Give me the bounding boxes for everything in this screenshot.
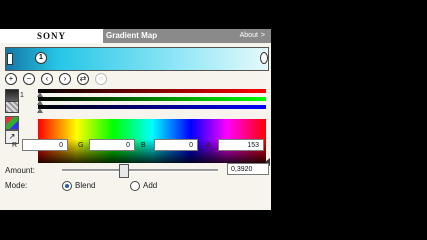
add-radio[interactable] [130, 181, 140, 191]
gradient-end-stop[interactable] [260, 52, 268, 64]
gradient-map-panel: SONY Gradient Map About > 1 + − ‹ › ⇄ ○ 1… [0, 29, 271, 210]
alpha-swatch[interactable] [5, 101, 19, 113]
blue-channel-slider[interactable] [38, 105, 266, 109]
b-input[interactable]: 0 [154, 139, 198, 151]
chevron-right-icon: > [260, 32, 265, 39]
amount-slider-thumb[interactable] [119, 164, 129, 178]
g-input[interactable]: 0 [89, 139, 135, 151]
blend-radio[interactable] [62, 181, 72, 191]
mode-label: Mode: [5, 181, 28, 190]
r-input[interactable]: 0 [22, 139, 68, 151]
about-link[interactable]: About > [240, 29, 265, 43]
previous-stop-icon[interactable]: ‹ [41, 73, 53, 85]
header-bar: Gradient Map About > [103, 29, 271, 43]
amount-input[interactable]: 0,3920 [227, 163, 269, 175]
a-input[interactable]: 153 [218, 139, 264, 151]
blue-slider-thumb[interactable] [37, 108, 43, 113]
remove-stop-icon[interactable]: − [23, 73, 35, 85]
green-channel-slider[interactable] [38, 97, 266, 101]
amount-slider[interactable] [62, 169, 218, 172]
blend-label: Blend [75, 181, 96, 190]
g-label: G [78, 142, 84, 149]
reverse-icon[interactable]: ⇄ [77, 73, 89, 85]
about-label: About [239, 32, 258, 39]
palette-icon[interactable] [5, 116, 19, 130]
add-stop-icon[interactable]: + [5, 73, 17, 85]
a-label: A [206, 142, 211, 149]
b-label: B [141, 142, 146, 149]
red-channel-slider[interactable] [38, 89, 266, 93]
swatch-index: 1 [20, 92, 24, 99]
amount-label: Amount: [5, 166, 35, 175]
next-stop-icon[interactable]: › [59, 73, 71, 85]
gradient-bar[interactable]: 1 [5, 47, 269, 71]
gradient-start-marker[interactable] [7, 53, 13, 65]
plugin-title: Gradient Map [106, 31, 158, 40]
r-label: R [12, 142, 18, 149]
sony-logo: SONY [0, 29, 103, 43]
gradient-stop-selected[interactable]: 1 [35, 52, 47, 64]
settings-icon[interactable]: ○ [95, 73, 107, 85]
add-label: Add [143, 181, 158, 190]
